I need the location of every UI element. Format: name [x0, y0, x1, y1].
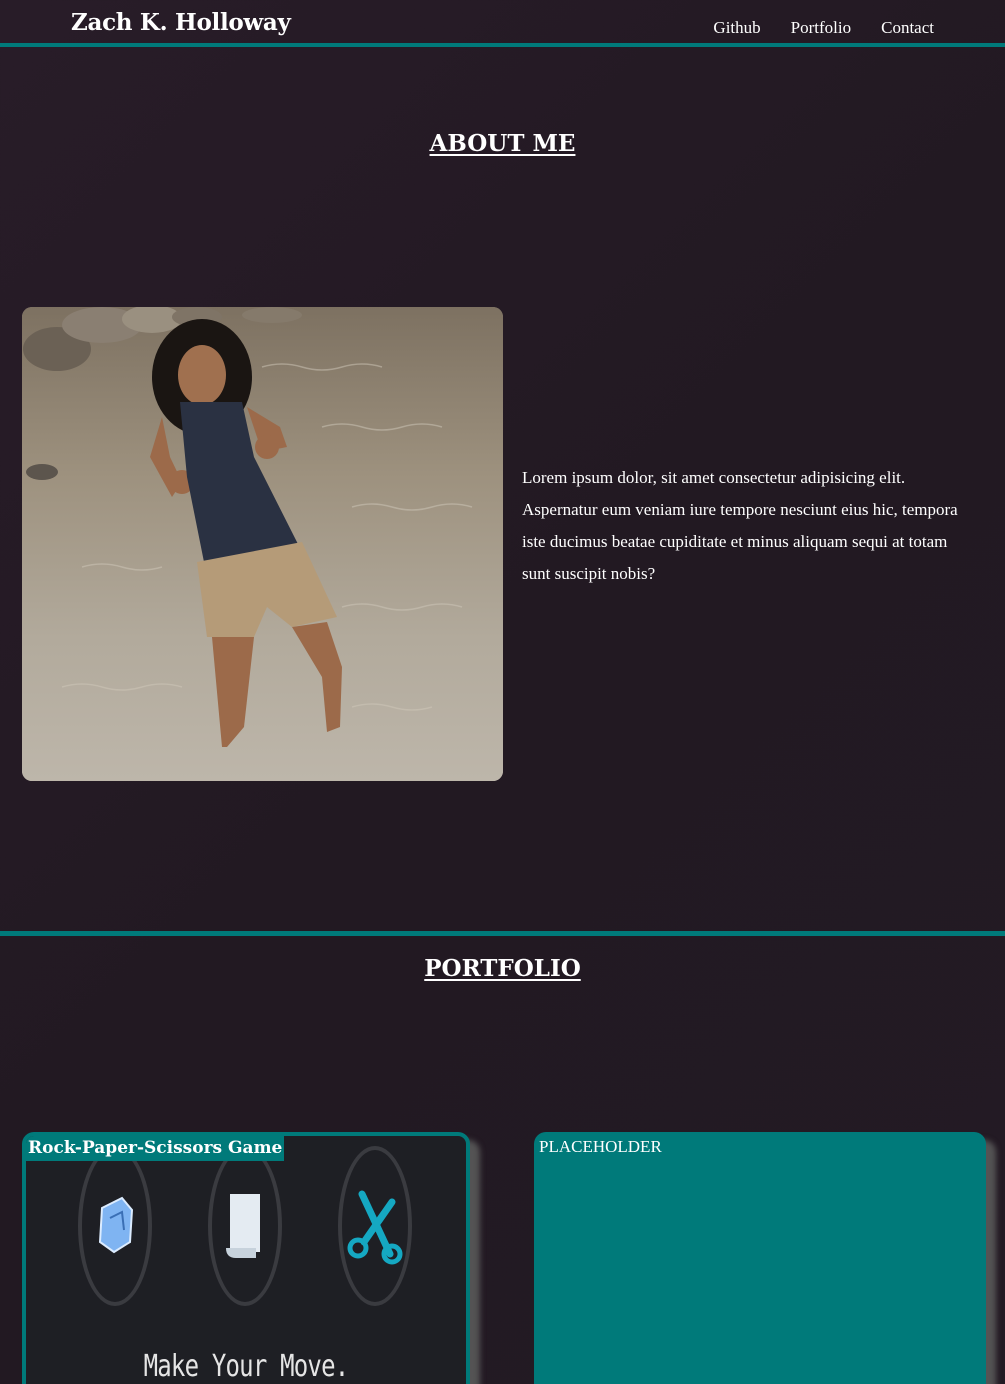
game-prompt: Make Your Move. — [143, 1349, 350, 1384]
section-divider — [0, 931, 1005, 936]
project-card-rps[interactable]: Rock-Paper-Scissors Game Make Your Move. — [22, 1132, 470, 1384]
site-brand[interactable]: Zach K. Holloway — [71, 11, 291, 34]
project-card-placeholder[interactable]: PLACEHOLDER — [534, 1132, 986, 1384]
paper-icon — [226, 1194, 260, 1258]
project-card-title[interactable]: PLACEHOLDER — [539, 1138, 662, 1155]
site-header: Zach K. Holloway Github Portfolio Contac… — [0, 0, 1005, 47]
scissors-icon — [347, 1190, 403, 1265]
rock-icon — [98, 1196, 134, 1254]
project-card-title[interactable]: Rock-Paper-Scissors Game — [26, 1136, 285, 1161]
rock-choice — [78, 1146, 152, 1306]
paper-choice — [208, 1146, 282, 1306]
nav-link-portfolio[interactable]: Portfolio — [791, 19, 851, 36]
main-nav: Github Portfolio Contact — [713, 19, 934, 36]
about-heading: ABOUT ME — [429, 130, 576, 157]
portfolio-heading: PORTFOLIO — [424, 955, 581, 982]
scissors-choice — [338, 1146, 412, 1306]
about-bio: Lorem ipsum dolor, sit amet consectetur … — [522, 468, 958, 583]
nav-link-github[interactable]: Github — [713, 19, 760, 36]
nav-link-contact[interactable]: Contact — [881, 19, 934, 36]
profile-photo — [22, 307, 503, 781]
